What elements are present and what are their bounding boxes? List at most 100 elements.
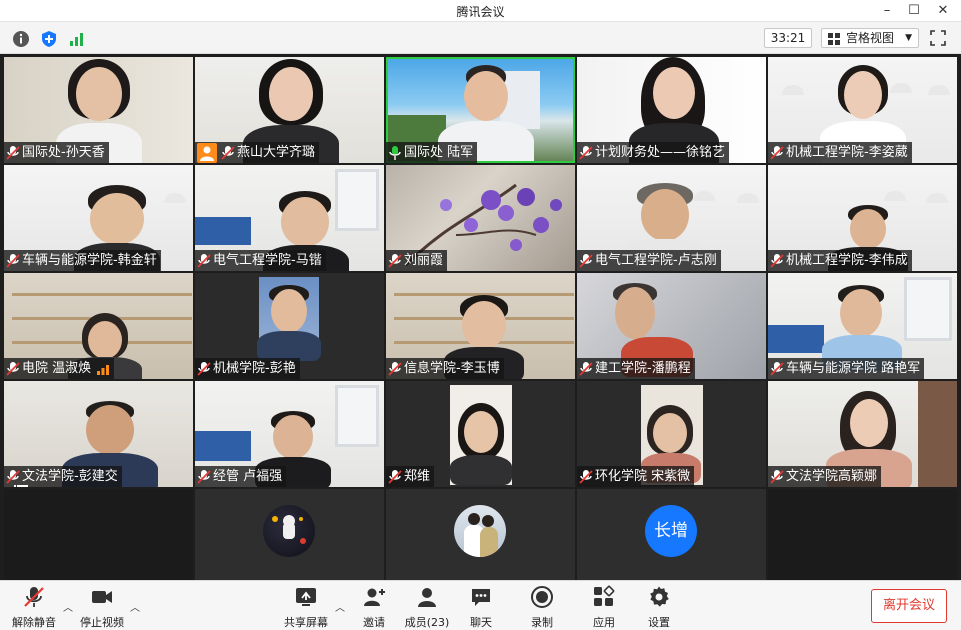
video-tile[interactable]: 文法学院-彭建交 bbox=[4, 381, 193, 487]
stop-video-button[interactable]: 停止视频 bbox=[74, 585, 130, 629]
participant-name: 信息学院-李玉博 bbox=[404, 361, 500, 376]
video-tile[interactable]: 车辆与能源学院-韩金轩 bbox=[4, 165, 193, 271]
participant-label: 机械学院-彭艳 bbox=[195, 358, 300, 379]
participant-name: 经管 卢福强 bbox=[213, 469, 283, 484]
video-tile[interactable]: 建工学院-潘鹏程 bbox=[577, 273, 766, 379]
minimize-button[interactable]: – bbox=[876, 2, 898, 20]
chevron-down-icon: ▼ bbox=[905, 33, 912, 43]
fullscreen-icon[interactable] bbox=[930, 30, 946, 46]
video-grid: 国际处-孙天香 燕山大学齐璐 国际处 陆军 计划财务处——徐铭艺 机械工程学院-… bbox=[0, 54, 961, 595]
participant-name: 郑维 bbox=[404, 469, 431, 484]
participant-label: 电气工程学院-卢志刚 bbox=[577, 250, 721, 271]
close-button[interactable]: ✕ bbox=[932, 2, 954, 20]
video-tile[interactable]: 电气工程学院-马锴 bbox=[195, 165, 384, 271]
participant-name: 机械学院-彭艳 bbox=[213, 361, 296, 376]
info-icon[interactable] bbox=[12, 30, 30, 48]
participant-name: 环化学院 宋紫微 bbox=[595, 469, 691, 484]
avatar bbox=[454, 505, 506, 557]
record-button[interactable]: 录制 bbox=[514, 585, 570, 629]
apps-button[interactable]: 应用 bbox=[576, 585, 632, 629]
control-bar: 解除静音 ︿ 停止视频 ︿ 共享屏幕 ︿ 邀请 成员(23) 聊天 录制 应用 … bbox=[0, 580, 961, 630]
participant-label: 文法学院-彭建交 bbox=[4, 466, 122, 487]
mic-muted-icon bbox=[770, 253, 784, 269]
participant-label: 建工学院-潘鹏程 bbox=[577, 358, 695, 379]
mic-muted-icon bbox=[388, 361, 402, 377]
video-tile[interactable]: 电气工程学院-卢志刚 bbox=[577, 165, 766, 271]
apps-icon bbox=[594, 585, 615, 606]
mic-muted-icon bbox=[770, 469, 784, 485]
unmute-button[interactable]: 解除静音 bbox=[6, 585, 62, 629]
mic-muted-icon bbox=[579, 253, 593, 269]
participant-label: 机械工程学院-李姿葳 bbox=[768, 142, 912, 163]
participant-name: 文法学院高颖娜 bbox=[786, 469, 878, 484]
participant-label: 计划财务处——徐铭艺 bbox=[577, 142, 730, 163]
gear-icon bbox=[650, 586, 669, 607]
participant-name: 电气工程学院-马锴 bbox=[213, 253, 322, 268]
video-tile[interactable]: 信息学院-李玉博 bbox=[386, 273, 575, 379]
signal-icon[interactable] bbox=[68, 30, 86, 48]
members-icon bbox=[418, 588, 436, 607]
video-tile[interactable]: 文法学院高颖娜 bbox=[768, 381, 957, 487]
share-screen-button[interactable]: 共享屏幕 bbox=[278, 585, 334, 629]
avatar-initials: 长增 bbox=[645, 505, 697, 557]
mic-muted-icon bbox=[221, 145, 235, 161]
add-user-icon bbox=[364, 588, 385, 606]
video-tile[interactable]: 机械工程学院-李伟成 bbox=[768, 165, 957, 271]
apps-label: 应用 bbox=[593, 616, 615, 629]
view-mode-dropdown[interactable]: 宫格视图 ▼ bbox=[821, 28, 919, 48]
participant-name: 电气工程学院-卢志刚 bbox=[595, 253, 717, 268]
video-tile[interactable]: 车辆与能源学院 路艳军 bbox=[768, 273, 957, 379]
chat-label: 聊天 bbox=[470, 616, 492, 629]
chevron-up-icon[interactable]: ︿ bbox=[130, 599, 140, 614]
participant-label: 燕山大学齐璐 bbox=[195, 142, 320, 163]
chevron-up-icon[interactable]: ︿ bbox=[63, 599, 73, 614]
video-tile[interactable]: 刘丽霞 bbox=[386, 165, 575, 271]
participant-label: 郑维 bbox=[386, 466, 435, 487]
user-icon bbox=[197, 142, 217, 163]
video-tile[interactable]: 电院 温淑焕 bbox=[4, 273, 193, 379]
video-camera-icon bbox=[92, 591, 112, 603]
invite-button[interactable]: 邀请 bbox=[346, 585, 402, 629]
participant-name: 刘丽霞 bbox=[404, 253, 444, 268]
video-tile[interactable]: 机械学院-彭艳 bbox=[195, 273, 384, 379]
record-label: 录制 bbox=[531, 616, 553, 629]
video-tile[interactable]: 燕山大学齐璐 bbox=[195, 57, 384, 163]
mic-muted-icon bbox=[24, 587, 44, 607]
mic-muted-icon bbox=[6, 361, 20, 377]
view-mode-label: 宫格视图 bbox=[846, 31, 895, 45]
leave-meeting-button[interactable]: 离开会议 bbox=[871, 589, 947, 623]
video-tile-active-speaker[interactable]: 国际处 陆军 bbox=[386, 57, 575, 163]
video-tile[interactable]: 计划财务处——徐铭艺 bbox=[577, 57, 766, 163]
video-tile[interactable]: 郑维 bbox=[386, 381, 575, 487]
participant-label: 车辆与能源学院 路艳军 bbox=[768, 358, 925, 379]
video-tile[interactable]: 环化学院 宋紫微 bbox=[577, 381, 766, 487]
members-label: 成员(23) bbox=[404, 616, 450, 629]
record-icon bbox=[531, 586, 553, 608]
chevron-up-icon[interactable]: ︿ bbox=[335, 599, 345, 614]
participant-label: 环化学院 宋紫微 bbox=[577, 466, 695, 487]
members-button[interactable]: 成员(23) bbox=[399, 585, 455, 629]
chat-button[interactable]: 聊天 bbox=[453, 585, 509, 629]
participant-name: 机械工程学院-李姿葳 bbox=[786, 145, 908, 160]
mic-muted-icon bbox=[770, 145, 784, 161]
participant-label: 经管 卢福强 bbox=[195, 466, 287, 487]
participant-label: 电气工程学院-马锴 bbox=[195, 250, 326, 271]
mic-muted-icon bbox=[197, 469, 211, 485]
video-tile[interactable]: 经管 卢福强 bbox=[195, 381, 384, 487]
invite-label: 邀请 bbox=[363, 616, 385, 629]
video-tile[interactable]: 机械工程学院-李姿葳 bbox=[768, 57, 957, 163]
participant-name: 燕山大学齐璐 bbox=[237, 145, 316, 160]
participant-label: 国际处-孙天香 bbox=[4, 142, 109, 163]
mic-muted-icon bbox=[197, 253, 211, 269]
settings-button[interactable]: 设置 bbox=[631, 585, 687, 629]
maximize-button[interactable]: ☐ bbox=[903, 2, 925, 20]
settings-label: 设置 bbox=[648, 616, 670, 629]
video-tile[interactable]: 国际处-孙天香 bbox=[4, 57, 193, 163]
grid-view-icon bbox=[828, 33, 840, 45]
participant-label: 刘丽霞 bbox=[386, 250, 448, 271]
mic-muted-icon bbox=[579, 145, 593, 161]
meeting-timer: 33:21 bbox=[764, 28, 812, 48]
security-shield-icon[interactable] bbox=[40, 30, 58, 48]
participant-label: 国际处 陆军 bbox=[386, 142, 478, 163]
participant-label: 机械工程学院-李伟成 bbox=[768, 250, 912, 271]
